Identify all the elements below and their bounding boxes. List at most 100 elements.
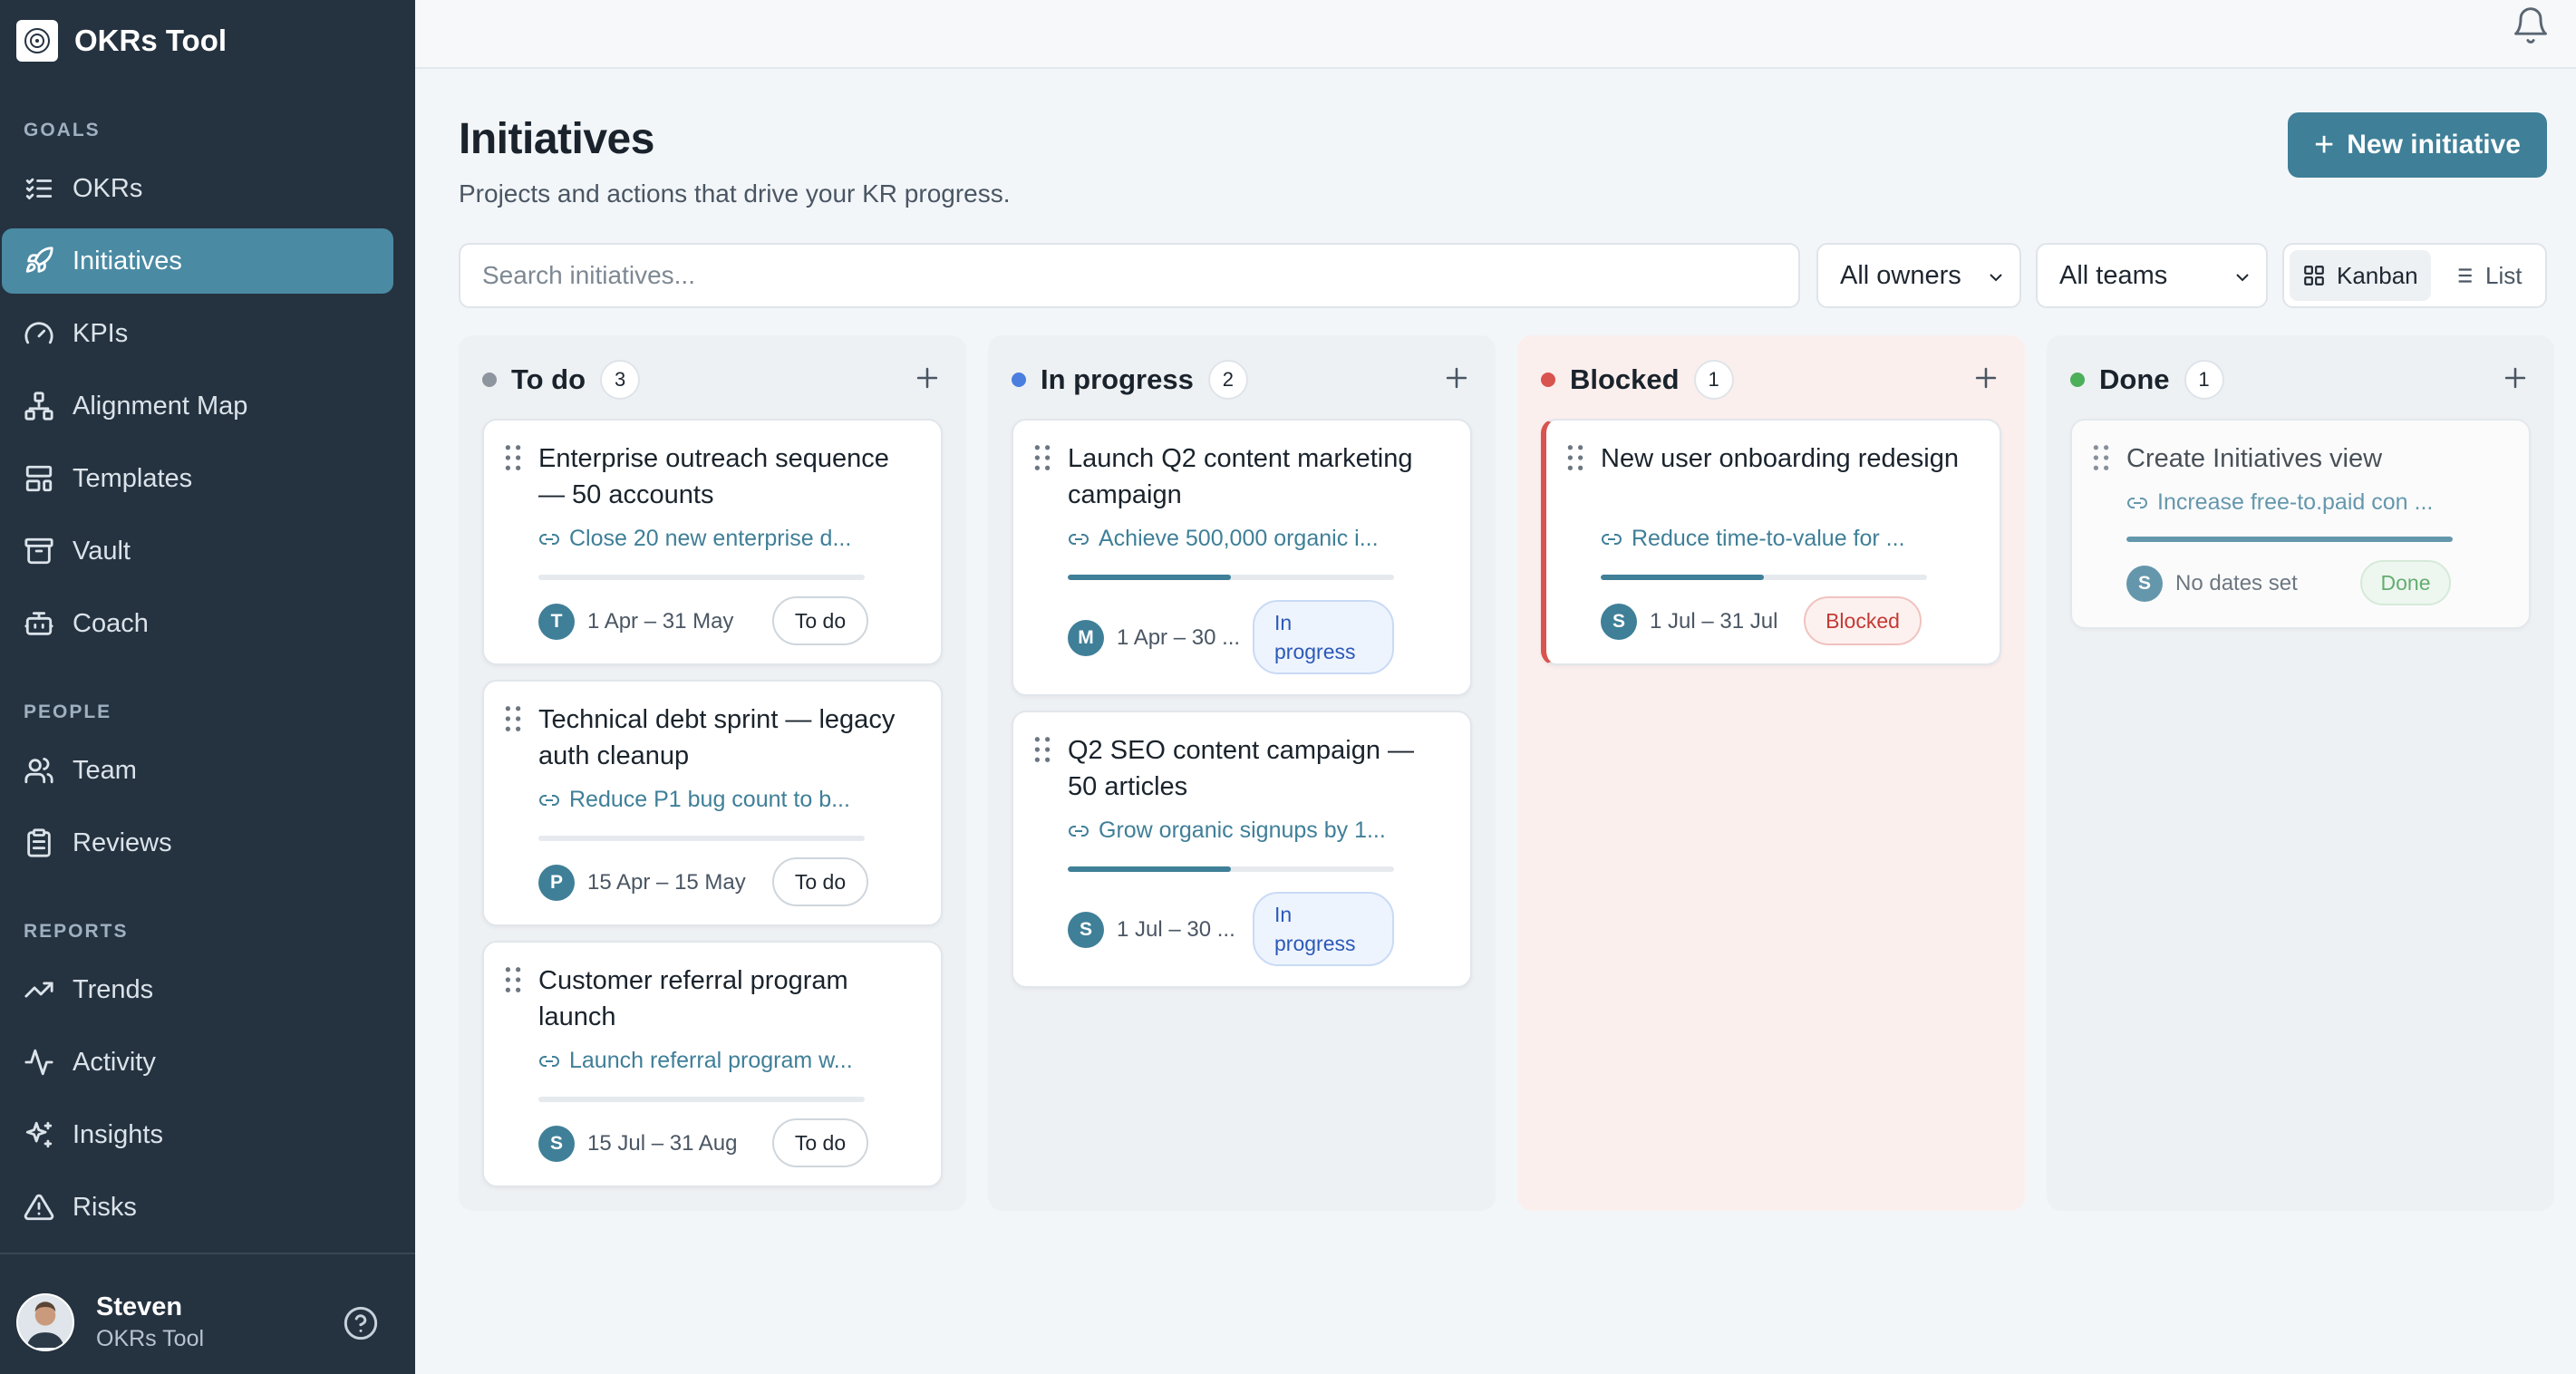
- bot-icon: [24, 612, 53, 635]
- initiative-card[interactable]: Q2 SEO content campaign — 50 articles Gr…: [1012, 711, 1472, 988]
- status-badge[interactable]: Done: [2360, 560, 2451, 605]
- initiative-card[interactable]: Technical debt sprint — legacy auth clea…: [482, 680, 943, 926]
- search-input[interactable]: [459, 243, 1800, 308]
- activity-icon: [24, 1049, 53, 1076]
- sidebar-item-initiatives[interactable]: Initiatives: [2, 228, 393, 294]
- teams-select[interactable]: All teams: [2036, 243, 2268, 308]
- card-title: New user onboarding redesign: [1601, 444, 1959, 473]
- sidebar-item-coach[interactable]: Coach: [2, 591, 393, 656]
- sidebar-item-label: Insights: [73, 1119, 163, 1149]
- bell-icon[interactable]: [2511, 5, 2551, 45]
- column-count: 3: [600, 360, 641, 400]
- drag-handle-icon[interactable]: [1566, 444, 1584, 471]
- status-badge[interactable]: Blocked: [1804, 596, 1922, 645]
- key-result-link[interactable]: Close 20 new enterprise d...: [538, 526, 851, 552]
- list-view-button[interactable]: List: [2438, 250, 2534, 301]
- archive-icon: [24, 537, 53, 565]
- initiative-card[interactable]: New user onboarding redesign Reduce time…: [1541, 419, 2001, 665]
- status-badge[interactable]: To do: [772, 1118, 868, 1167]
- key-result-label: Reduce time-to-value for ...: [1632, 526, 1905, 551]
- sidebar-item-label: Reviews: [73, 827, 172, 857]
- key-result-link[interactable]: Reduce time-to-value for ...: [1601, 526, 1905, 552]
- kanban-view-button[interactable]: Kanban: [2290, 250, 2431, 301]
- drag-handle-icon[interactable]: [504, 444, 522, 471]
- link-icon: [1602, 533, 1622, 545]
- progress-bar: [538, 836, 865, 841]
- key-result-label: Close 20 new enterprise d...: [569, 526, 852, 551]
- owner-avatar: S: [538, 1126, 575, 1162]
- status-badge[interactable]: To do: [772, 596, 868, 645]
- owners-select[interactable]: All owners: [1816, 243, 2021, 308]
- help-circle-icon[interactable]: [343, 1305, 379, 1341]
- drag-handle-icon[interactable]: [1033, 444, 1051, 471]
- new-initiative-button[interactable]: + New initiative: [2288, 112, 2547, 178]
- initiative-card[interactable]: Launch Q2 content marketing campaign Ach…: [1012, 419, 1472, 696]
- top-bar: [415, 0, 2576, 69]
- key-result-link[interactable]: Increase free-to.paid con ...: [2126, 489, 2433, 516]
- status-badge[interactable]: In progress: [1253, 600, 1394, 674]
- card-title: Customer referral program launch: [538, 966, 848, 1031]
- user-profile[interactable]: Steven OKRs Tool: [16, 1292, 204, 1352]
- sidebar-item-vault[interactable]: Vault: [2, 518, 393, 584]
- column-title: Blocked: [1570, 363, 1680, 395]
- drag-handle-icon[interactable]: [1033, 736, 1051, 763]
- gauge-icon: [24, 322, 53, 344]
- add-card-icon[interactable]: [2500, 363, 2531, 393]
- page-subtitle: Projects and actions that drive your KR …: [459, 179, 1011, 208]
- sidebar-item-templates[interactable]: Templates: [2, 446, 393, 511]
- user-org: OKRs Tool: [96, 1326, 205, 1351]
- sidebar-item-trends[interactable]: Trends: [2, 957, 393, 1022]
- sidebar-item-activity[interactable]: Activity: [2, 1030, 393, 1095]
- link-icon: [1069, 533, 1089, 545]
- progress-bar: [1068, 866, 1394, 872]
- key-result-link[interactable]: Achieve 500,000 organic i...: [1068, 526, 1379, 552]
- owner-avatar: M: [1068, 620, 1104, 656]
- drag-handle-icon[interactable]: [2092, 444, 2110, 471]
- progress-bar: [1068, 575, 1394, 580]
- date-range: 1 Apr – 31 May: [587, 609, 734, 634]
- chevron-down-icon: [2236, 274, 2249, 282]
- sidebar-item-insights[interactable]: Insights: [2, 1102, 393, 1167]
- progress-fill: [1601, 575, 1764, 580]
- key-result-link[interactable]: Grow organic signups by 1...: [1068, 818, 1386, 844]
- column-title: In progress: [1041, 363, 1194, 395]
- sidebar-item-risks[interactable]: Risks: [2, 1175, 393, 1240]
- key-result-label: Launch referral program w...: [569, 1048, 853, 1073]
- initiative-card[interactable]: Create Initiatives view Increase free-to…: [2070, 419, 2531, 629]
- key-result-link[interactable]: Reduce P1 bug count to b...: [538, 787, 850, 813]
- add-card-icon[interactable]: [1441, 363, 1472, 393]
- column-count: 1: [1693, 360, 1734, 400]
- key-result-link[interactable]: Launch referral program w...: [538, 1048, 853, 1074]
- add-card-icon[interactable]: [912, 363, 943, 393]
- drag-handle-icon[interactable]: [504, 705, 522, 732]
- sidebar-item-alignment-map[interactable]: Alignment Map: [2, 373, 393, 439]
- status-badge[interactable]: In progress: [1253, 892, 1394, 966]
- column-title: Done: [2099, 363, 2170, 395]
- progress-bar: [538, 1097, 865, 1102]
- sidebar-item-label: Risks: [73, 1192, 137, 1222]
- sidebar-divider: [0, 1253, 415, 1254]
- link-icon: [539, 1055, 559, 1067]
- owner-avatar: S: [1068, 912, 1104, 948]
- status-badge[interactable]: To do: [772, 857, 868, 906]
- initiative-card[interactable]: Customer referral program launch Launch …: [482, 941, 943, 1187]
- sidebar-item-kpis[interactable]: KPIs: [2, 301, 393, 366]
- date-range: 15 Jul – 31 Aug: [587, 1131, 738, 1156]
- column-title: To do: [511, 363, 586, 395]
- progress-bar: [2126, 537, 2453, 542]
- add-card-icon[interactable]: [1971, 363, 2001, 393]
- sidebar-item-label: KPIs: [73, 318, 129, 348]
- checklist-icon: [25, 178, 53, 200]
- column-todo: To do 3 Enterprise outreach sequence — 5…: [459, 335, 966, 1211]
- date-range: 1 Jul – 30 ...: [1117, 917, 1235, 942]
- drag-handle-icon[interactable]: [504, 966, 522, 993]
- brand[interactable]: OKRs Tool: [16, 20, 227, 62]
- sidebar-item-okrs[interactable]: OKRs: [2, 156, 393, 221]
- initiative-card[interactable]: Enterprise outreach sequence — 50 accoun…: [482, 419, 943, 665]
- sidebar-item-label: Coach: [73, 608, 149, 638]
- sidebar-item-label: Team: [73, 755, 137, 785]
- sidebar-item-team[interactable]: Team: [2, 738, 393, 803]
- column-blocked: Blocked 1 New user onboarding redesign R…: [1517, 335, 2025, 1211]
- app-name: OKRs Tool: [74, 24, 228, 57]
- sidebar-item-reviews[interactable]: Reviews: [2, 810, 393, 876]
